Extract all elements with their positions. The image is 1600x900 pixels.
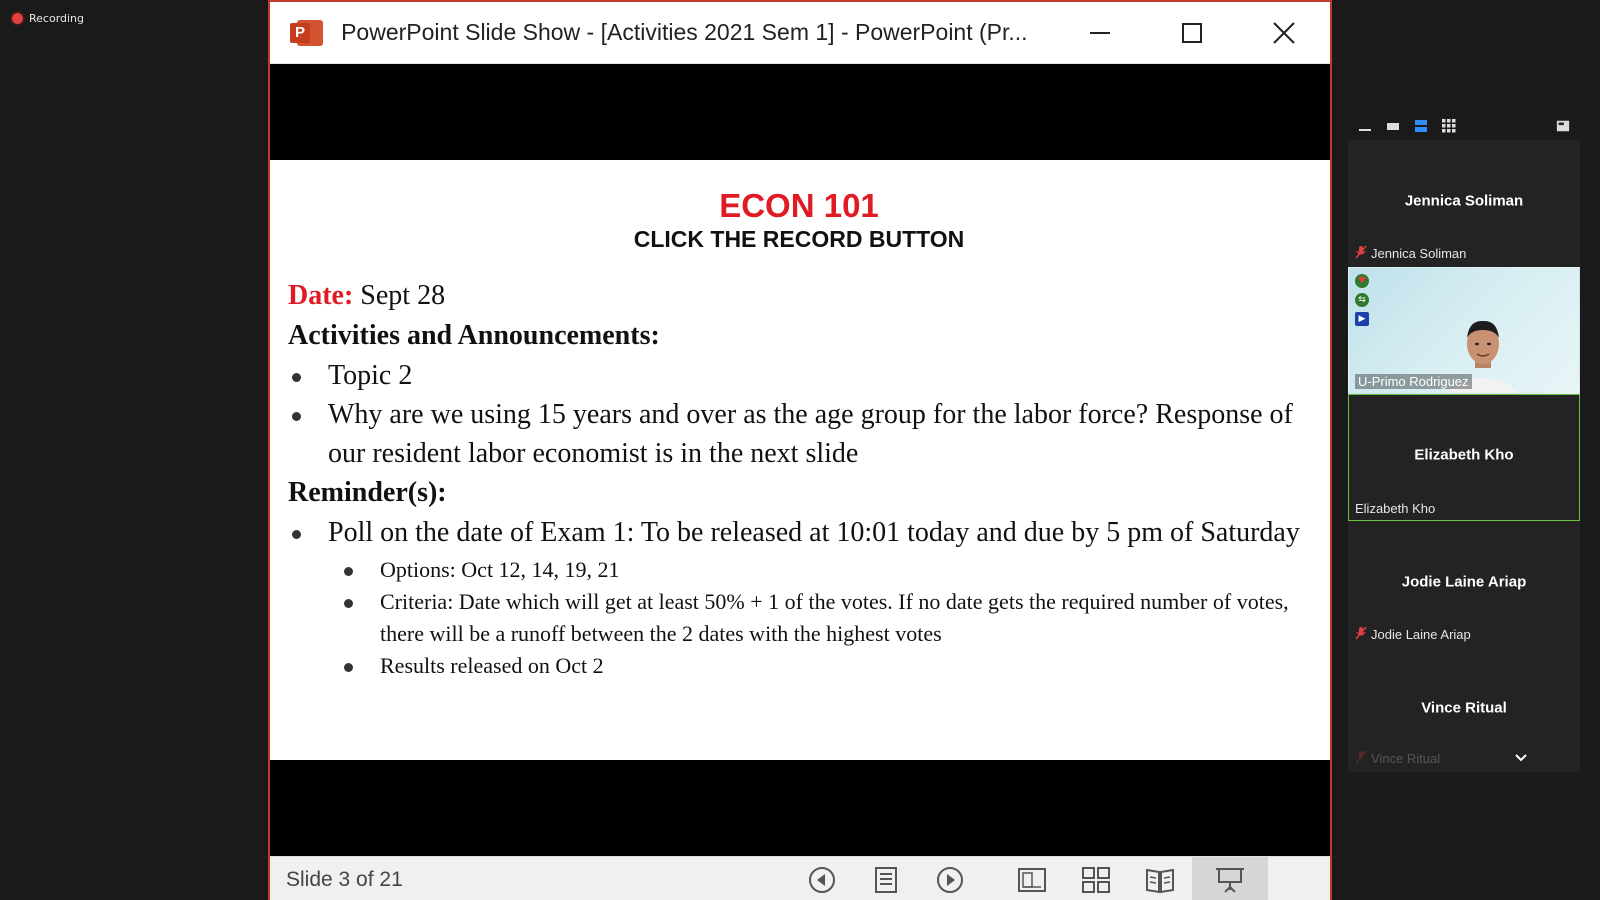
notes-icon — [875, 867, 897, 893]
record-dot-icon — [12, 13, 23, 24]
participant-name: Jennica Soliman — [1404, 192, 1524, 210]
slideshow-button[interactable] — [1192, 857, 1268, 900]
normal-view-icon — [1018, 868, 1046, 892]
mic-muted-icon — [1355, 626, 1367, 643]
speaker-view-icon — [1387, 123, 1399, 130]
maximize-icon — [1182, 22, 1202, 43]
next-icon — [937, 867, 963, 893]
list-item: Results released on Oct 2 — [340, 650, 1310, 682]
close-button[interactable] — [1238, 2, 1330, 64]
activities-list: Topic 2 Why are we using 15 years and ov… — [288, 356, 1310, 473]
participant-tile[interactable]: Jennica Soliman Jennica Soliman — [1348, 140, 1580, 267]
participant-label: Jennica Soliman — [1371, 246, 1467, 261]
letterbox-top — [270, 64, 1330, 160]
title-bar: P PowerPoint Slide Show - [Activities 20… — [270, 2, 1330, 64]
minimize-view-icon — [1359, 129, 1371, 131]
strip-view-icon — [1415, 120, 1427, 132]
reminders-heading: Reminder(s): — [288, 477, 447, 508]
date-line: Date: Sept 28 — [288, 276, 1310, 316]
mic-muted-icon — [1355, 245, 1367, 262]
window-title: PowerPoint Slide Show - [Activities 2021… — [341, 19, 1028, 45]
recording-label: Recording — [29, 12, 85, 25]
participant-video-tile[interactable]: ♥ ⇆ ▶ U-Primo Rodriguez — [1348, 267, 1580, 394]
participant-label: Vince Ritual — [1371, 751, 1441, 766]
slide-sorter-button[interactable] — [1064, 857, 1128, 900]
grid-view-icon — [1442, 119, 1456, 133]
powerpoint-window: P PowerPoint Slide Show - [Activities 20… — [268, 0, 1332, 900]
close-icon — [1273, 21, 1295, 44]
mic-muted-icon — [1355, 750, 1367, 767]
date-value: Sept 28 — [360, 280, 446, 311]
previous-icon — [809, 867, 835, 893]
share-icon: ▶ — [1355, 312, 1369, 326]
list-item: Topic 2 — [288, 356, 1310, 395]
chevron-down-icon[interactable] — [1514, 751, 1528, 766]
expand-panel-button[interactable] — [1556, 120, 1570, 132]
slideshow-icon — [1216, 868, 1244, 893]
heart-reaction-icon: ♥ — [1355, 274, 1369, 288]
notes-button[interactable] — [854, 857, 918, 900]
reading-view-button[interactable] — [1128, 857, 1192, 900]
strip-view-button[interactable] — [1414, 120, 1428, 132]
participant-label: U-Primo Rodriguez — [1355, 374, 1472, 389]
minimize-button[interactable] — [1054, 2, 1146, 64]
participant-tile[interactable]: Elizabeth Kho Elizabeth Kho — [1348, 394, 1580, 521]
list-item: Options: Oct 12, 14, 19, 21 — [340, 554, 1310, 586]
letterbox-bottom — [270, 760, 1330, 856]
date-label: Date: — [288, 280, 354, 311]
speaker-view-button[interactable] — [1386, 120, 1400, 132]
participant-tile[interactable]: Vince Ritual Vince Ritual — [1348, 648, 1580, 772]
expand-panel-icon — [1556, 120, 1570, 132]
view-controls — [1348, 112, 1580, 140]
slide-content[interactable]: ECON 101 CLICK THE RECORD BUTTON Date: S… — [270, 160, 1330, 760]
participant-tile[interactable]: Jodie Laine Ariap Jodie Laine Ariap — [1348, 521, 1580, 648]
minimize-icon — [1090, 31, 1110, 34]
normal-view-button[interactable] — [1000, 857, 1064, 900]
maximize-button[interactable] — [1146, 2, 1238, 64]
grid-view-button[interactable] — [1442, 119, 1456, 133]
participant-name: Elizabeth Kho — [1414, 446, 1514, 464]
recording-indicator: Recording — [12, 12, 84, 25]
list-item: Poll on the date of Exam 1: To be releas… — [288, 513, 1310, 552]
participant-label: Elizabeth Kho — [1355, 501, 1436, 516]
slideshow-status-bar: Slide 3 of 21 — [270, 856, 1330, 900]
switch-icon: ⇆ — [1355, 293, 1369, 307]
participants-panel: Jennica Soliman Jennica Soliman ♥ ⇆ ▶ U-… — [1348, 112, 1580, 772]
slide-counter: Slide 3 of 21 — [286, 867, 403, 891]
slide-title: ECON 101 — [719, 187, 879, 224]
participant-name: Jodie Laine Ariap — [1401, 573, 1527, 591]
slide-sorter-icon — [1082, 867, 1110, 893]
slide-subtitle: CLICK THE RECORD BUTTON — [633, 226, 965, 252]
minimize-view-button[interactable] — [1358, 120, 1372, 132]
participant-name: Vince Ritual — [1421, 699, 1507, 717]
powerpoint-icon: P — [290, 16, 324, 50]
activities-heading: Activities and Announcements: — [288, 320, 660, 351]
reminders-list: Poll on the date of Exam 1: To be releas… — [288, 513, 1310, 552]
reminder-sub-list: Options: Oct 12, 14, 19, 21 Criteria: Da… — [340, 554, 1310, 682]
list-item: Why are we using 15 years and over as th… — [288, 395, 1310, 473]
next-button[interactable] — [918, 857, 982, 900]
list-item: Criteria: Date which will get at least 5… — [340, 586, 1310, 650]
participant-label: Jodie Laine Ariap — [1371, 627, 1471, 642]
reading-view-icon — [1146, 868, 1174, 894]
previous-button[interactable] — [790, 857, 854, 900]
